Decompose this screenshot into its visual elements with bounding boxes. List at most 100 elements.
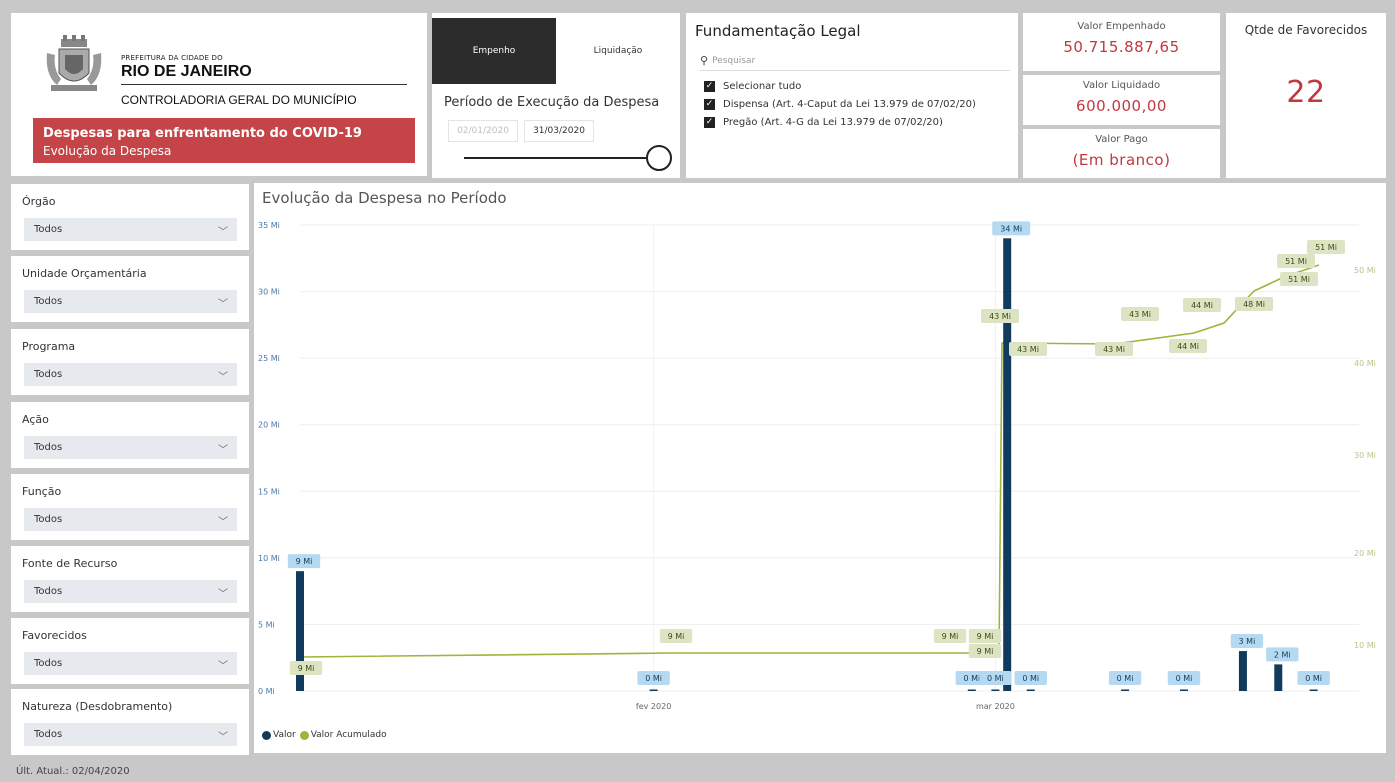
checkbox-checked-icon[interactable]: ✓: [704, 81, 715, 92]
slicer-dropdown[interactable]: Todos ﹀: [24, 652, 237, 675]
slicer-fonte-de-recurso: Fonte de Recurso Todos ﹀: [11, 546, 249, 612]
liquidacao-button[interactable]: Liquidação: [556, 18, 680, 84]
bar-valor: [967, 689, 976, 691]
slicer-value: Todos: [34, 224, 63, 235]
end-date-input[interactable]: 31/03/2020: [524, 120, 594, 142]
checkbox-checked-icon[interactable]: ✓: [704, 99, 715, 110]
start-date-input[interactable]: 02/01/2020: [448, 120, 518, 142]
slicer-label: Função: [22, 485, 62, 498]
coat-of-arms-icon: [46, 35, 102, 91]
accumulated-line: [299, 264, 1320, 658]
y-axis-tick-label: 15 Mi: [258, 487, 280, 496]
slicer-label: Fonte de Recurso: [22, 557, 118, 570]
period-slider-handle[interactable]: [646, 145, 672, 171]
slicer-value: Todos: [34, 369, 63, 380]
data-label-acumulado: 9 Mi: [977, 647, 994, 656]
legend-valor-dot: [262, 730, 271, 740]
slicer-dropdown[interactable]: Todos ﹀: [24, 363, 237, 386]
chevron-down-icon: ﹀: [218, 517, 228, 528]
option-label: Selecionar tudo: [723, 81, 802, 92]
slicer-label: Unidade Orçamentária: [22, 267, 147, 280]
data-label-acumulado: 9 Mi: [942, 632, 959, 641]
data-label-acumulado: 43 Mi: [1103, 345, 1125, 354]
checkbox-checked-icon[interactable]: ✓: [704, 117, 715, 128]
y-axis-tick-label: 20 Mi: [258, 421, 280, 430]
legend-valor-label[interactable]: Valor: [273, 730, 296, 740]
data-label-valor: 0 Mi: [1117, 674, 1134, 683]
slicer-dropdown[interactable]: Todos ﹀: [24, 723, 237, 746]
kpi-value: (Em branco): [1072, 151, 1171, 169]
slicer-dropdown[interactable]: Todos ﹀: [24, 580, 237, 603]
banner-subtitle: Evolução da Despesa: [43, 144, 172, 158]
data-label-valor: 0 Mi: [987, 674, 1004, 683]
slicer-label: Ação: [22, 413, 49, 426]
slicer-value: Todos: [34, 442, 63, 453]
data-label-valor: 0 Mi: [963, 674, 980, 683]
slicer-natureza: Natureza (Desdobramento) Todos ﹀: [11, 689, 249, 755]
y2-axis-tick-label: 20 Mi: [1354, 549, 1376, 558]
slicer-favorecidos: Favorecidos Todos ﹀: [11, 618, 249, 684]
y-axis-tick-label: 35 Mi: [258, 221, 280, 230]
data-label-acumulado: 44 Mi: [1191, 301, 1213, 310]
slicer-label: Favorecidos: [22, 629, 87, 642]
chart-legend: Valor Valor Acumulado: [262, 730, 387, 740]
bar-valor: [1179, 689, 1188, 691]
data-label-acumulado: 9 Mi: [298, 664, 315, 673]
y-axis-tick-label: 10 Mi: [258, 554, 280, 563]
bar-valor: [1026, 689, 1035, 691]
prefeitura-label: PREFEITURA DA CIDADE DO: [121, 54, 223, 62]
bar-valor: [1121, 689, 1130, 691]
data-label-acumulado: 51 Mi: [1288, 275, 1310, 284]
slicer-programa: Programa Todos ﹀: [11, 329, 249, 395]
kpi-value: 22: [1286, 75, 1326, 110]
city-name: RIO DE JANEIRO: [121, 63, 252, 80]
data-label-valor: 0 Mi: [1305, 674, 1322, 683]
last-update-label: Últ. Atual.: 02/04/2020: [16, 766, 130, 777]
slicer-dropdown[interactable]: Todos ﹀: [24, 290, 237, 313]
kpi-qtde-favorecidos: Qtde de Favorecidos 22: [1226, 13, 1386, 178]
report-banner: Despesas para enfrentamento do COVID-19 …: [33, 118, 415, 163]
slicer-dropdown[interactable]: Todos ﹀: [24, 508, 237, 531]
period-slider-track[interactable]: [464, 157, 654, 159]
slicer-acao: Ação Todos ﹀: [11, 402, 249, 468]
chevron-down-icon: ﹀: [218, 589, 228, 600]
bar-valor: [649, 689, 658, 691]
data-label-valor: 0 Mi: [645, 674, 662, 683]
header-logo-card: PREFEITURA DA CIDADE DO RIO DE JANEIRO C…: [11, 13, 427, 176]
empenho-button[interactable]: Empenho: [432, 18, 556, 84]
chevron-down-icon: ﹀: [218, 299, 228, 310]
slicer-dropdown[interactable]: Todos ﹀: [24, 218, 237, 241]
kpi-label: Qtde de Favorecidos: [1244, 23, 1368, 37]
slicer-value: Todos: [34, 296, 63, 307]
option-select-all[interactable]: ✓ Selecionar tudo: [704, 81, 801, 92]
x-axis-tick-label: fev 2020: [636, 702, 671, 711]
kpi-valor-liquidado: Valor Liquidado 600.000,00: [1023, 75, 1220, 125]
chart-title: Evolução da Despesa no Período: [262, 189, 507, 207]
option-pregao[interactable]: ✓ Pregão (Art. 4-G da Lei 13.979 de 07/0…: [704, 117, 943, 128]
y-axis-tick-label: 0 Mi: [258, 687, 275, 696]
bar-valor: [991, 689, 1000, 691]
divider: [121, 84, 407, 85]
slicer-funcao: Função Todos ﹀: [11, 474, 249, 540]
slicer-value: Todos: [34, 658, 63, 669]
y2-axis-tick-label: 40 Mi: [1354, 359, 1376, 368]
legend-acumulado-label[interactable]: Valor Acumulado: [311, 730, 387, 740]
bar-valor: [1003, 238, 1012, 692]
fundamentacao-slicer: Fundamentação Legal ⚲ Pesquisar ✓ Seleci…: [686, 13, 1018, 178]
fundamentacao-title: Fundamentação Legal: [695, 22, 861, 40]
data-label-acumulado: 51 Mi: [1315, 243, 1337, 252]
search-icon: ⚲: [700, 54, 709, 67]
chevron-down-icon: ﹀: [218, 732, 228, 743]
y-axis-tick-label: 25 Mi: [258, 354, 280, 363]
x-axis-tick-label: mar 2020: [976, 702, 1015, 711]
slicer-value: Todos: [34, 586, 63, 597]
data-label-acumulado: 43 Mi: [1129, 310, 1151, 319]
search-input[interactable]: ⚲ Pesquisar: [700, 51, 1010, 71]
chart-canvas: 0 Mi 5 Mi 10 Mi 15 Mi 20 Mi 25 Mi 30 Mi 35 Mi 10…: [258, 221, 1376, 711]
data-label-valor: 0 Mi: [1022, 674, 1039, 683]
data-label-valor: 0 Mi: [1176, 674, 1193, 683]
slicer-label: Natureza (Desdobramento): [22, 700, 173, 713]
option-dispensa[interactable]: ✓ Dispensa (Art. 4-Caput da Lei 13.979 d…: [704, 99, 976, 110]
slicer-dropdown[interactable]: Todos ﹀: [24, 436, 237, 459]
y-axis-tick-label: 5 Mi: [258, 620, 275, 629]
